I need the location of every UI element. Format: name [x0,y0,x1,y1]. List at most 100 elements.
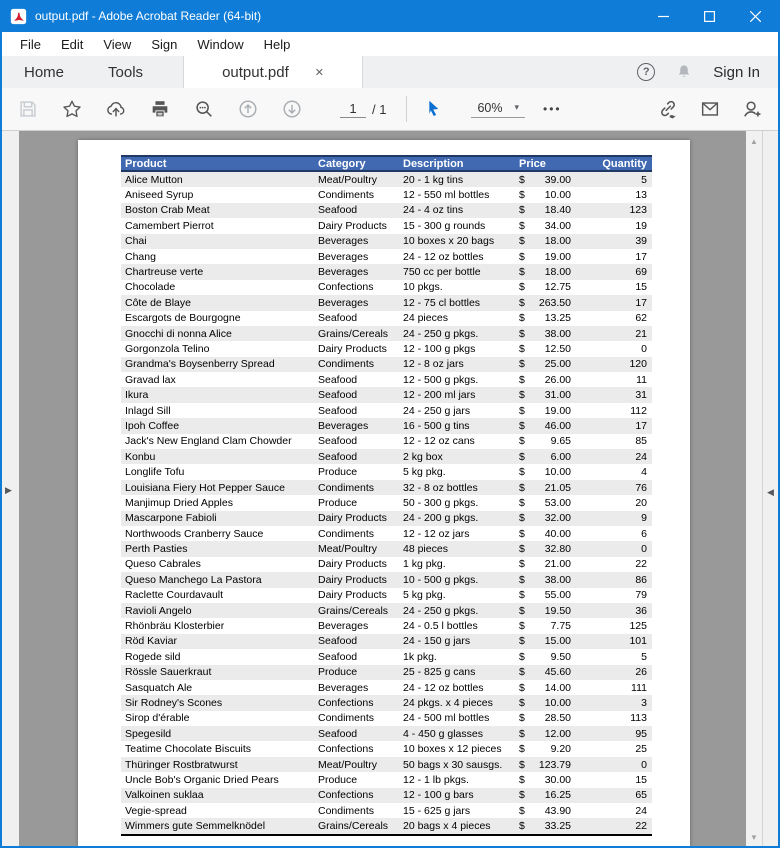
page-number-input[interactable]: 1 [340,101,366,118]
share-link-button[interactable] [656,97,680,121]
currency-symbol: $ [519,405,525,417]
close-button[interactable] [732,0,778,32]
cell-price: $38.00 [514,574,577,586]
previous-page-button[interactable] [236,97,260,121]
cell-product: Camembert Pierrot [121,220,316,232]
cell-product: Louisiana Fiery Hot Pepper Sauce [121,482,316,494]
menu-edit[interactable]: Edit [51,34,93,55]
save-button[interactable] [16,97,40,121]
maximize-button[interactable] [686,0,732,32]
cell-price: $6.00 [514,451,577,463]
email-button[interactable] [698,97,722,121]
window-title: output.pdf - Adobe Acrobat Reader (64-bi… [35,9,261,23]
cell-price: $33.25 [514,820,577,832]
table-row: Jack's New England Clam ChowderSeafood12… [121,434,652,449]
vertical-scrollbar[interactable]: ▲ ▼ [746,131,763,846]
cell-description: 24 pieces [401,312,514,324]
table-row: IkuraSeafood12 - 200 ml jars$31.0031 [121,387,652,402]
cell-description: 12 - 500 g pkgs. [401,374,514,386]
price-value: 33.25 [545,820,571,832]
more-tools-button[interactable]: ••• [543,102,562,116]
price-value: 18.00 [545,235,571,247]
sign-in-button[interactable]: Sign In [713,64,760,81]
currency-symbol: $ [519,528,525,540]
currency-symbol: $ [519,651,525,663]
cell-quantity: 5 [577,174,652,186]
tab-tools[interactable]: Tools [86,56,165,88]
table-row: Sirop d'érableCondiments24 - 500 ml bott… [121,711,652,726]
zoom-tools-button[interactable] [192,97,216,121]
menu-view[interactable]: View [93,34,141,55]
minimize-button[interactable] [640,0,686,32]
cell-price: $16.25 [514,789,577,801]
price-value: 16.25 [545,789,571,801]
table-row: Perth PastiesMeat/Poultry48 pieces$32.80… [121,541,652,556]
menu-window[interactable]: Window [187,34,253,55]
cell-product: Mascarpone Fabioli [121,512,316,524]
zoom-level-dropdown[interactable]: 60% ▾ [471,101,525,118]
cell-price: $46.00 [514,420,577,432]
expand-left-panel-icon[interactable]: ▶ [5,485,12,496]
cell-quantity: 0 [577,543,652,555]
expand-right-panel-icon[interactable]: ◀ [767,487,774,498]
cell-product: Raclette Courdavault [121,589,316,601]
print-button[interactable] [148,97,172,121]
menu-help[interactable]: Help [254,34,301,55]
share-cloud-button[interactable] [104,97,128,121]
fill-sign-person-button[interactable] [740,97,764,121]
table-row: Queso Manchego La PastoraDairy Products1… [121,572,652,587]
cell-quantity: 111 [577,682,652,694]
cell-category: Confections [316,743,401,755]
table-row: ChocoladeConfections10 pkgs.$12.7515 [121,280,652,295]
table-row: Chartreuse verteBeverages750 cc per bott… [121,264,652,279]
table-row: Ipoh CoffeeBeverages16 - 500 g tins$46.0… [121,418,652,433]
cell-product: Spegesild [121,728,316,740]
next-page-button[interactable] [280,97,304,121]
cell-description: 5 kg pkg. [401,589,514,601]
cell-product: Valkoinen suklaa [121,789,316,801]
magnifier-icon [193,98,215,120]
tab-close-icon[interactable]: ✕ [315,66,324,79]
cell-product: Northwoods Cranberry Sauce [121,528,316,540]
cell-description: 12 - 75 cl bottles [401,297,514,309]
cell-price: $21.00 [514,558,577,570]
cell-description: 10 boxes x 12 pieces [401,743,514,755]
tab-document[interactable]: output.pdf ✕ [183,56,363,88]
notifications-bell-icon[interactable] [675,63,693,81]
pdf-table-body: Alice MuttonMeat/Poultry20 - 1 kg tins$3… [121,172,652,836]
currency-symbol: $ [519,358,525,370]
cell-quantity: 123 [577,204,652,216]
cell-price: $263.50 [514,297,577,309]
cell-product: Boston Crab Meat [121,204,316,216]
cell-description: 1 kg pkg. [401,558,514,570]
help-icon[interactable]: ? [637,63,655,81]
cell-quantity: 17 [577,420,652,432]
currency-symbol: $ [519,697,525,709]
cell-description: 24 - 4 oz tins [401,204,514,216]
scroll-up-icon[interactable]: ▲ [746,137,762,146]
maximize-icon [704,11,715,22]
cell-quantity: 62 [577,312,652,324]
select-tool-button[interactable] [421,97,445,121]
cell-quantity: 21 [577,328,652,340]
table-row: Rössle SauerkrautProduce25 - 825 g cans$… [121,665,652,680]
price-value: 21.05 [545,482,571,494]
cell-category: Produce [316,466,401,478]
menu-sign[interactable]: Sign [141,34,187,55]
scroll-down-icon[interactable]: ▼ [746,833,762,842]
menu-file[interactable]: File [10,34,51,55]
table-row: Mascarpone FabioliDairy Products24 - 200… [121,511,652,526]
tab-home[interactable]: Home [2,56,86,88]
cell-quantity: 39 [577,235,652,247]
cell-product: Sirop d'érable [121,712,316,724]
header-description: Description [401,158,514,170]
table-row: Gnocchi di nonna AliceGrains/Cereals24 -… [121,326,652,341]
cell-price: $45.60 [514,666,577,678]
cell-category: Beverages [316,682,401,694]
cell-category: Beverages [316,251,401,263]
price-value: 32.00 [545,512,571,524]
currency-symbol: $ [519,759,525,771]
cell-category: Beverages [316,420,401,432]
cell-description: 24 - 250 g jars [401,405,514,417]
star-button[interactable] [60,97,84,121]
